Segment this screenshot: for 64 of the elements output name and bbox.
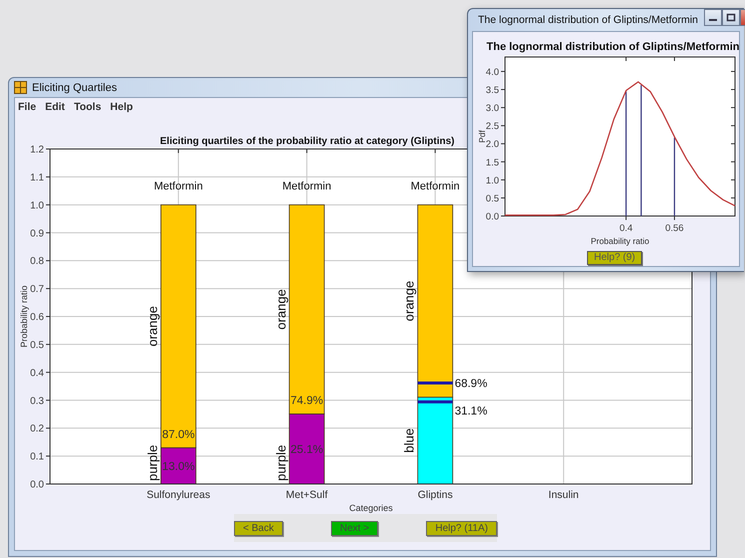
bar-label: Metformin: [410, 180, 460, 192]
series-label: blue: [402, 428, 417, 453]
tick-label: 0.6: [30, 312, 44, 323]
axis-title: Pdf: [477, 130, 487, 143]
tick-label: 3.5: [486, 85, 499, 96]
axis-title: Probability ratio: [590, 236, 650, 246]
help-button[interactable]: Help? (9): [587, 250, 642, 264]
maximize-button[interactable]: [722, 9, 740, 26]
tick-label: 3.0: [486, 103, 499, 114]
tick-label: 1.0: [30, 200, 44, 212]
help-button[interactable]: Help? (11A): [426, 520, 497, 536]
bar-label: Metformin: [282, 180, 332, 192]
tick-label: 2.5: [486, 121, 499, 132]
chart-title: The lognormal distribution of Gliptins/Metformin: [486, 41, 740, 53]
tick-label: 2.0: [486, 139, 499, 150]
window-title: The lognormal distribution of Gliptins/Metformin: [478, 14, 698, 26]
series-label: orange: [273, 289, 288, 330]
series-label: purple: [144, 444, 160, 481]
category-label: Met+Sulf: [286, 489, 328, 501]
chart-title: Eliciting quartiles of the probability ratio at category (Gliptins): [160, 136, 454, 147]
back-button[interactable]: < Back: [234, 520, 283, 536]
category-label: Insulin: [548, 489, 579, 501]
data-label: 13.0%: [162, 460, 195, 473]
data-label: 25.1%: [290, 444, 324, 456]
tick-label: 0.2: [30, 424, 44, 435]
data-label: 74.9%: [290, 394, 324, 407]
tick-label: 0.56: [665, 223, 684, 234]
category-label: Sulfonylureas: [146, 489, 210, 501]
tick-label: 0.1: [30, 452, 44, 463]
tick-label: 0.5: [30, 340, 44, 351]
menu-item[interactable]: Tools: [74, 100, 102, 112]
data-label: 68.9%: [454, 378, 488, 390]
menu-item[interactable]: Help: [110, 100, 133, 112]
tick-label: 0.9: [30, 228, 44, 240]
tick-label: 0.3: [30, 396, 44, 407]
window-title: Eliciting Quartiles: [32, 82, 117, 94]
tick-label: 1.2: [30, 144, 44, 156]
menu-item[interactable]: Edit: [45, 100, 65, 112]
axis-title: Probability ratio: [19, 285, 29, 348]
tick-label: 0.4: [30, 368, 44, 379]
category-label: Gliptins: [418, 489, 453, 501]
tick-label: 0.4: [619, 223, 633, 234]
tick-label: 1.0: [486, 175, 499, 186]
quartile-marker-drawing: [418, 381, 453, 404]
tick-label: 0.0: [30, 480, 44, 490]
bar-label: Metformin: [154, 180, 203, 192]
series-label: orange: [144, 306, 160, 347]
tick-label: 0.0: [486, 212, 499, 222]
minimize-button[interactable]: [704, 9, 722, 26]
tick-label: 0.7: [30, 284, 44, 296]
data-label: 31.1%: [454, 405, 488, 418]
next-button[interactable]: Next >: [331, 520, 378, 536]
maximize-icon: [726, 13, 736, 22]
axis-title: Categories: [349, 503, 393, 513]
tick-label: 4.0: [486, 66, 499, 78]
data-label: 87.0%: [162, 428, 195, 441]
menu-item[interactable]: File: [18, 100, 36, 112]
tick-label: 0.5: [486, 193, 499, 204]
series-label: purple: [273, 444, 288, 481]
series-label: orange: [402, 280, 417, 322]
grid-icon: [14, 81, 27, 94]
tick-label: 0.8: [30, 256, 44, 268]
tick-label: 1.1: [30, 172, 44, 184]
tick-label: 1.5: [486, 157, 499, 168]
